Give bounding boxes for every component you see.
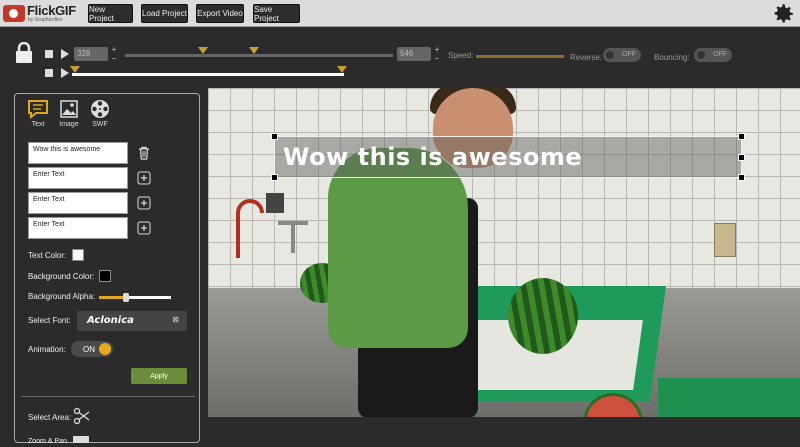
font-clear-icon[interactable]: ⊠	[172, 315, 179, 324]
add-layer-icon[interactable]	[137, 196, 151, 210]
range-end-marker[interactable]	[249, 47, 259, 54]
toggle-knob	[99, 343, 111, 355]
bg-color-label: Background Color:	[28, 272, 95, 281]
cutting-board	[658, 378, 800, 417]
faucet-pipes	[236, 193, 308, 258]
range-track[interactable]	[125, 54, 393, 57]
end-frame-input[interactable]: 546	[397, 47, 431, 61]
end-frame-increment[interactable]: +	[433, 46, 441, 54]
watermelon	[508, 278, 578, 354]
playhead-end-marker[interactable]	[337, 66, 347, 73]
toggle-knob	[697, 51, 705, 59]
text-layer-input-4[interactable]: Enter Text	[28, 217, 128, 239]
video-camera-icon[interactable]	[73, 436, 89, 443]
person-shirt	[328, 148, 468, 348]
swf-tool[interactable]: SWF	[87, 99, 113, 128]
stop-icon[interactable]	[45, 50, 53, 58]
bouncing-state: OFF	[713, 51, 727, 58]
save-project-button[interactable]: Save Project	[253, 4, 300, 23]
video-canvas[interactable]: Wow this is awesome	[208, 88, 800, 417]
text-tool[interactable]: Text	[25, 99, 51, 128]
export-video-button[interactable]: Export Video	[196, 4, 244, 23]
play-icon[interactable]	[61, 68, 69, 78]
camera-icon	[3, 5, 25, 22]
end-frame-decrement[interactable]: −	[433, 55, 441, 63]
layer-settings-panel: Text Image SWF Wow this is awesome Enter…	[14, 93, 200, 445]
bg-alpha-slider[interactable]	[99, 293, 171, 302]
select-area-label: Select Area:	[28, 413, 72, 422]
bouncing-toggle[interactable]: OFF	[694, 48, 732, 62]
font-select[interactable]: Aclonica ⊠	[77, 311, 187, 331]
select-font-label: Select Font:	[28, 316, 71, 325]
trash-icon[interactable]	[137, 146, 151, 160]
wall-outlet	[714, 223, 736, 257]
playhead-track[interactable]	[72, 73, 344, 76]
resize-handle-tr[interactable]	[738, 133, 745, 140]
toggle-knob	[606, 51, 614, 59]
bg-color-swatch[interactable]	[99, 270, 111, 282]
resize-handle-bl[interactable]	[271, 174, 278, 181]
text-layer-input-2[interactable]: Enter Text	[28, 167, 128, 189]
top-menu-bar: FlickGIF by Graphicsflex New Project Loa…	[0, 0, 800, 27]
lock-icon[interactable]	[14, 42, 34, 64]
bouncing-label: Bouncing:	[654, 53, 690, 62]
new-project-button[interactable]: New Project	[88, 4, 133, 23]
image-icon	[60, 100, 78, 118]
bg-alpha-label: Background Alpha:	[28, 292, 96, 301]
scissors-icon[interactable]	[73, 407, 91, 425]
text-layer-input-3[interactable]: Enter Text	[28, 192, 128, 214]
playhead-start-marker[interactable]	[70, 66, 80, 73]
reverse-state: OFF	[622, 51, 636, 58]
range-start-marker[interactable]	[198, 47, 208, 54]
stop-icon[interactable]	[45, 69, 53, 77]
text-overlay[interactable]: Wow this is awesome	[271, 133, 745, 181]
app-logo: FlickGIF by Graphicsflex	[3, 3, 83, 25]
gear-icon[interactable]	[770, 1, 796, 27]
resize-handle-r[interactable]	[738, 154, 745, 161]
reverse-toggle[interactable]: OFF	[603, 48, 641, 62]
text-color-swatch[interactable]	[72, 249, 84, 261]
play-icon[interactable]	[61, 49, 69, 59]
app-tagline: by Graphicsflex	[28, 17, 63, 23]
swf-tool-label: SWF	[92, 121, 108, 128]
image-tool[interactable]: Image	[56, 99, 82, 128]
start-frame-input[interactable]: 328	[74, 47, 108, 61]
add-layer-icon[interactable]	[137, 221, 151, 235]
app-name: FlickGIF	[27, 3, 76, 18]
start-frame-increment[interactable]: +	[110, 46, 118, 54]
speech-bubble-icon	[28, 100, 48, 119]
animation-state: ON	[83, 345, 95, 354]
resize-handle-tl[interactable]	[271, 133, 278, 140]
text-color-label: Text Color:	[28, 251, 67, 260]
image-tool-label: Image	[59, 121, 79, 128]
text-layer-input-1[interactable]: Wow this is awesome	[28, 142, 128, 164]
bg-alpha-thumb[interactable]	[123, 293, 130, 302]
zoom-pan-label: Zoom & Pan	[28, 438, 67, 445]
speed-slider[interactable]	[476, 55, 564, 58]
bg-alpha-fill	[99, 296, 127, 299]
start-frame-decrement[interactable]: −	[110, 55, 118, 63]
resize-handle-br[interactable]	[738, 174, 745, 181]
reverse-label: Reverse:	[570, 53, 603, 62]
text-tool-label: Text	[31, 121, 45, 128]
animation-label: Animation:	[28, 345, 66, 354]
add-layer-icon[interactable]	[137, 171, 151, 185]
divider	[21, 396, 195, 397]
font-name: Aclonica	[87, 315, 134, 326]
speed-label: Speed:	[448, 51, 474, 60]
load-project-button[interactable]: Load Project	[141, 4, 188, 23]
film-reel-icon	[91, 100, 109, 118]
apply-button[interactable]: Apply	[131, 368, 187, 384]
animation-toggle[interactable]: ON	[71, 341, 113, 357]
overlay-text: Wow this is awesome	[283, 143, 583, 171]
